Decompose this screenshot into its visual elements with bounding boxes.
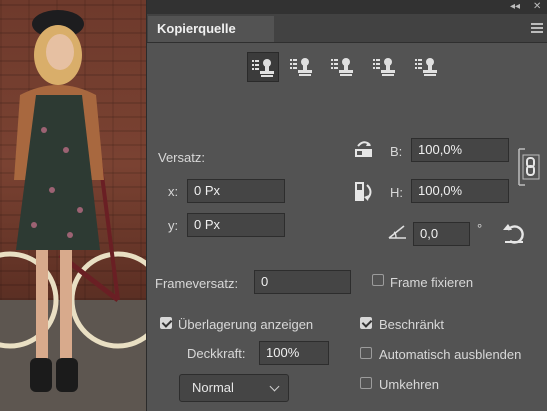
invert-label[interactable]: Umkehren bbox=[379, 377, 439, 392]
clone-source-button-2[interactable] bbox=[286, 52, 318, 82]
auto-hide-label[interactable]: Automatisch ausblenden bbox=[379, 347, 521, 362]
close-panel-icon[interactable]: ✕ bbox=[533, 0, 541, 14]
reset-transform-icon[interactable] bbox=[502, 222, 526, 244]
link-icon[interactable] bbox=[517, 147, 543, 187]
frame-offset-field[interactable]: 0 bbox=[254, 270, 351, 294]
angle-icon bbox=[388, 225, 406, 239]
opacity-label: Deckkraft: bbox=[187, 346, 246, 361]
angle-field[interactable]: 0,0 bbox=[413, 222, 470, 246]
height-field[interactable]: 100,0% bbox=[411, 179, 509, 203]
clone-source-button-4[interactable] bbox=[369, 52, 401, 82]
clone-stamp-icon bbox=[290, 58, 312, 76]
clone-stamp-icon bbox=[331, 58, 353, 76]
opacity-field[interactable]: 100% bbox=[259, 341, 329, 365]
collapse-panel-icon[interactable]: ◂◂ bbox=[510, 0, 520, 14]
lock-frame-checkbox[interactable] bbox=[372, 274, 384, 286]
show-overlay-checkbox[interactable] bbox=[160, 317, 172, 329]
auto-hide-checkbox[interactable] bbox=[360, 347, 372, 359]
invert-checkbox[interactable] bbox=[360, 377, 372, 389]
clone-source-button-1[interactable] bbox=[247, 52, 279, 82]
lock-frame-label[interactable]: Frame fixieren bbox=[390, 275, 473, 290]
canvas-photo bbox=[0, 0, 146, 411]
width-field[interactable]: 100,0% bbox=[411, 138, 509, 162]
clipped-checkbox[interactable] bbox=[360, 317, 372, 329]
degree-symbol: ° bbox=[477, 221, 483, 236]
clone-source-panel: ◂◂ ✕ Kopierquelle Versatz: x: 0 Px y: 0 … bbox=[146, 0, 547, 411]
clone-stamp-icon bbox=[373, 58, 395, 76]
person-with-bicycle-image bbox=[0, 10, 146, 392]
clone-stamp-icon bbox=[415, 58, 437, 76]
clone-source-button-3[interactable] bbox=[327, 52, 359, 82]
y-label: y: bbox=[168, 218, 179, 233]
height-label: H: bbox=[390, 185, 403, 200]
width-label: B: bbox=[390, 144, 403, 159]
frame-offset-label: Frameversatz: bbox=[155, 276, 239, 291]
clone-stamp-icon bbox=[252, 59, 274, 77]
clipped-label[interactable]: Beschränkt bbox=[379, 317, 444, 332]
clone-source-button-5[interactable] bbox=[411, 52, 443, 82]
blend-mode-value: Normal bbox=[192, 380, 234, 395]
chevron-down-icon bbox=[269, 381, 280, 392]
panel-menu-icon[interactable] bbox=[531, 23, 543, 33]
offset-y-field[interactable]: 0 Px bbox=[187, 213, 285, 237]
panel-tab-bar: Kopierquelle bbox=[147, 14, 547, 43]
blend-mode-select[interactable]: Normal bbox=[179, 374, 289, 402]
x-label: x: bbox=[168, 184, 179, 199]
panel-header-bar: ◂◂ ✕ bbox=[147, 0, 547, 14]
offset-label: Versatz: bbox=[158, 150, 205, 165]
tab-kopierquelle[interactable]: Kopierquelle bbox=[148, 16, 274, 42]
show-overlay-label[interactable]: Überlagerung anzeigen bbox=[178, 317, 313, 332]
flip-vertical-icon[interactable] bbox=[354, 181, 374, 203]
flip-horizontal-icon[interactable] bbox=[354, 139, 374, 159]
offset-x-field[interactable]: 0 Px bbox=[187, 179, 285, 203]
